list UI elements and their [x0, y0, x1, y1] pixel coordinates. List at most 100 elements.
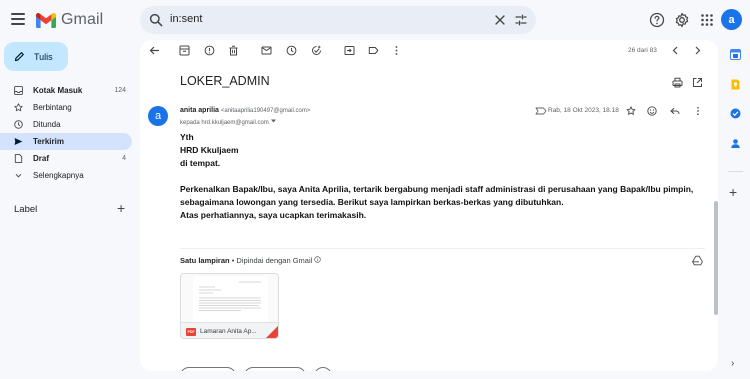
- sidebar-item-label: Terkirim: [33, 137, 64, 146]
- attachment-card[interactable]: PDF Lamaran Anita Ap...: [180, 273, 279, 339]
- add-label-button[interactable]: +: [117, 200, 125, 216]
- sidebar-item-inbox[interactable]: Kotak Masuk 124: [0, 82, 132, 99]
- sender-email: <anitaaprilia190497@gmail.com>: [220, 108, 311, 114]
- details-dropdown-icon[interactable]: [270, 118, 277, 124]
- emoji-reaction-icon[interactable]: [647, 106, 657, 116]
- keep-notes-icon[interactable]: [730, 79, 741, 90]
- star-icon: [14, 103, 23, 112]
- snooze-clock-icon[interactable]: [286, 45, 297, 56]
- gmail-m-icon: [36, 12, 56, 28]
- sidebar-nav: Kotak Masuk 124 Berbintang Ditunda Terki…: [0, 82, 132, 184]
- sidebar-item-snoozed[interactable]: Ditunda: [0, 116, 132, 133]
- inbox-icon: [14, 86, 23, 95]
- chevron-right-icon[interactable]: [692, 45, 703, 56]
- forward-button[interactable]: [244, 367, 306, 371]
- body-paragraph: Perkenalkan Bapak/Ibu, saya Anita Aprili…: [180, 184, 694, 207]
- account-avatar[interactable]: a: [721, 9, 742, 30]
- top-bar: Gmail a: [0, 0, 750, 40]
- gmail-logo[interactable]: Gmail: [36, 11, 103, 29]
- sender-avatar[interactable]: a: [148, 106, 168, 126]
- sidebar-item-label: Draf: [33, 154, 50, 163]
- sender-name[interactable]: anita aprilia: [180, 107, 219, 114]
- label-tag-icon[interactable]: [368, 45, 379, 56]
- calendar-icon[interactable]: [730, 49, 741, 60]
- body-line: di tempat.: [180, 158, 221, 168]
- search-icon[interactable]: [149, 13, 163, 27]
- labels-heading: Label: [14, 204, 38, 215]
- chevron-down-icon: [15, 173, 22, 178]
- delete-trash-icon[interactable]: [228, 45, 239, 56]
- back-arrow-icon[interactable]: [149, 45, 160, 56]
- recipient-text: kepada hrd.kkuljaem@gmail.com: [180, 120, 269, 126]
- show-side-panel-chevron-icon[interactable]: ›: [731, 358, 734, 369]
- print-icon[interactable]: [672, 77, 683, 88]
- clock-icon: [14, 120, 23, 129]
- draft-icon: [14, 154, 23, 163]
- more-options-icon[interactable]: [391, 45, 402, 56]
- sidebar-item-label: Berbintang: [33, 103, 72, 112]
- attachment-corner-fold: [266, 326, 278, 338]
- main-menu-icon[interactable]: [11, 13, 25, 25]
- pencil-icon: [14, 52, 24, 62]
- info-icon[interactable]: [314, 256, 322, 263]
- contacts-icon[interactable]: [730, 138, 741, 149]
- attachment-file-name: Lamaran Anita Ap...: [200, 328, 257, 335]
- recipient-line[interactable]: kepada hrd.kkuljaem@gmail.com: [180, 118, 277, 126]
- body-line: Yth: [180, 132, 194, 142]
- compose-button[interactable]: Tulis: [4, 42, 68, 71]
- email-body: Yth HRD Kkuljaem di tempat. Perkenalkan …: [180, 131, 700, 222]
- app-name: Gmail: [61, 11, 104, 28]
- search-input[interactable]: [170, 13, 470, 25]
- drafts-count: 4: [122, 155, 126, 162]
- add-to-drive-icon[interactable]: [692, 255, 703, 266]
- pdf-file-icon: PDF: [186, 328, 196, 336]
- sidebar-item-label: Ditunda: [33, 120, 61, 129]
- open-in-new-window-icon[interactable]: [692, 77, 703, 88]
- compose-label: Tulis: [34, 51, 53, 62]
- scrollbar-thumb[interactable]: [714, 201, 718, 315]
- body-line: HRD Kkuljaem: [180, 145, 239, 155]
- star-icon[interactable]: [626, 106, 636, 116]
- document-preview-image: [193, 276, 268, 322]
- email-subject: LOKER_ADMIN: [180, 74, 270, 88]
- sidebar-item-drafts[interactable]: Draf 4: [0, 150, 132, 167]
- send-icon: [14, 138, 23, 145]
- reply-button[interactable]: [180, 367, 236, 371]
- tune-icon[interactable]: [514, 13, 528, 27]
- attachment-thumbnail: [181, 274, 278, 322]
- tasks-icon[interactable]: [730, 108, 741, 119]
- attachment-heading: Satu lampiran • Dipindai dengan Gmail: [180, 256, 322, 265]
- sidebar-item-label: Kotak Masuk: [33, 86, 83, 95]
- sender-line: anita aprilia <anitaaprilia190497@gmail.…: [180, 107, 310, 114]
- search-bar: [140, 6, 536, 34]
- sidebar-item-sent[interactable]: Terkirim: [0, 133, 132, 150]
- attachment-divider: [180, 248, 705, 249]
- more-options-icon[interactable]: [693, 106, 703, 116]
- attachment-count: Satu lampiran: [180, 256, 230, 265]
- attachment-footer: PDF Lamaran Anita Ap...: [181, 322, 278, 338]
- help-icon[interactable]: [649, 12, 665, 28]
- apps-grid-icon[interactable]: [699, 12, 715, 28]
- get-addons-button[interactable]: +: [729, 184, 737, 200]
- email-date: Rab, 18 Okt 2023, 18.18: [548, 107, 619, 114]
- inbox-count: 124: [114, 87, 126, 94]
- move-to-icon[interactable]: [344, 45, 355, 56]
- pager-text: 26 dari 83: [628, 47, 657, 54]
- scan-note: Dipindai dengan Gmail: [236, 256, 313, 265]
- sidebar-item-starred[interactable]: Berbintang: [0, 99, 132, 116]
- settings-gear-icon[interactable]: [674, 12, 690, 28]
- sidebar-item-label: Selengkapnya: [33, 171, 84, 180]
- label-important-icon[interactable]: [535, 106, 547, 116]
- add-task-icon[interactable]: [311, 45, 322, 56]
- report-spam-icon[interactable]: [204, 45, 215, 56]
- rail-separator: [728, 171, 743, 172]
- sidebar-item-more[interactable]: Selengkapnya: [0, 167, 132, 184]
- close-icon[interactable]: [493, 13, 507, 27]
- reply-icon[interactable]: [670, 106, 680, 116]
- emoji-button[interactable]: [314, 367, 332, 371]
- chevron-left-icon[interactable]: [670, 45, 681, 56]
- archive-icon[interactable]: [179, 45, 190, 56]
- mark-unread-icon[interactable]: [261, 45, 272, 56]
- body-paragraph: Atas perhatiannya, saya ucapkan terimaka…: [180, 210, 367, 220]
- email-view: 26 dari 83 LOKER_ADMIN a anita aprilia <…: [140, 40, 718, 371]
